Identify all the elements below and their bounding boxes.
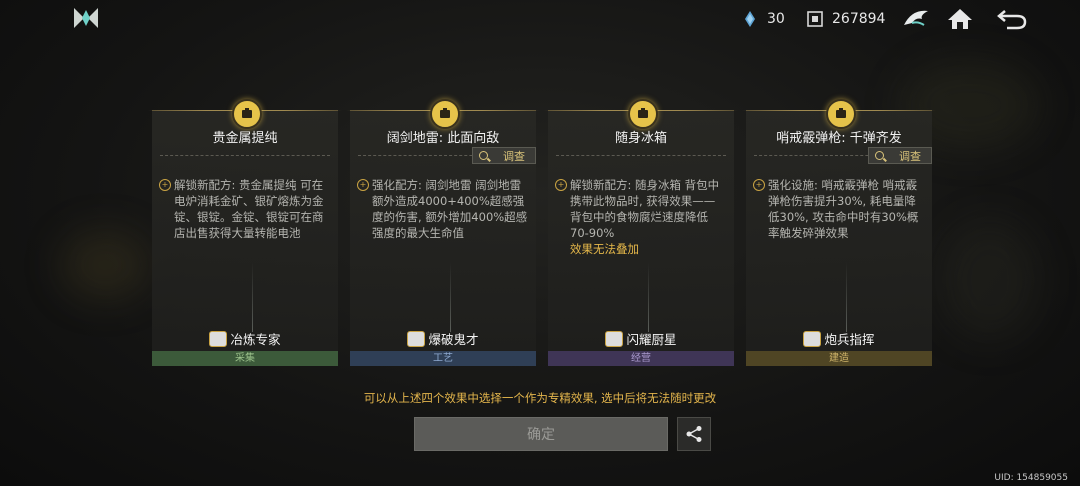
category-bar: 建造 [746, 351, 932, 366]
inspect-button[interactable]: 调查 [472, 147, 536, 164]
skill-icon [232, 99, 262, 129]
back-button[interactable] [996, 4, 1028, 34]
specialization-card[interactable]: 随身冰箱 + 解锁新配方: 随身冰箱 背包中携带此物品时, 获得效果——背包中的… [544, 99, 738, 366]
description-text: 强化配方: 阔剑地雷 阔剑地雷额外造成4000+400%超感强度的伤害, 额外增… [372, 178, 528, 240]
description-text: 解锁新配方: 贵金属提纯 可在电炉消耗金矿、银矿熔炼为金锭、银锭。金锭、银锭可在… [174, 178, 324, 240]
light-beam [252, 262, 253, 332]
title-badge: 炮兵指挥 [746, 329, 932, 348]
badge-icon [209, 330, 228, 347]
home-button[interactable] [944, 4, 976, 34]
resource-energy: 30 [741, 10, 785, 28]
description-text: 解锁新配方: 随身冰箱 背包中携带此物品时, 获得效果——背包中的食物腐烂速度降… [570, 178, 720, 240]
skill-icon [628, 99, 658, 129]
divider [556, 155, 726, 156]
back-arrow-icon [997, 10, 1027, 30]
currency-value: 267894 [832, 11, 886, 27]
light-beam [450, 262, 451, 332]
card-title: 贵金属提纯 [212, 131, 278, 146]
confirm-button[interactable]: 确定 [414, 417, 668, 451]
category-bar: 经营 [548, 351, 734, 366]
guild-button[interactable] [900, 4, 932, 34]
card-description: 解锁新配方: 随身冰箱 背包中携带此物品时, 获得效果——背包中的食物腐烂速度降… [570, 177, 726, 257]
badge-icon [803, 330, 822, 347]
light-beam [648, 262, 649, 332]
unlock-bullet-icon: + [159, 179, 171, 191]
badge-icon [605, 330, 624, 347]
background-glow [60, 230, 150, 300]
specialization-card[interactable]: 阔剑地雷: 此面向敌 + 强化配方: 阔剑地雷 阔剑地雷额外造成4000+400… [346, 99, 540, 366]
title-badge: 闪耀厨星 [548, 329, 734, 348]
wing-emblem-icon [904, 10, 928, 26]
specialization-card[interactable]: 贵金属提纯 + 解锁新配方: 贵金属提纯 可在电炉消耗金矿、银矿熔炼为金锭、银锭… [148, 99, 342, 366]
card-description: 强化配方: 阔剑地雷 阔剑地雷额外造成4000+400%超感强度的伤害, 额外增… [372, 177, 528, 241]
title-badge: 爆破鬼才 [350, 329, 536, 348]
badge-icon [407, 330, 426, 347]
game-logo-icon[interactable] [72, 6, 100, 32]
card-title: 随身冰箱 [614, 131, 667, 146]
light-beam [846, 262, 847, 332]
chip-icon [807, 11, 823, 27]
badge-label: 炮兵指挥 [824, 332, 875, 347]
card-description: 强化设施: 哨戒霰弹枪 哨戒霰弹枪伤害提升30%, 耗电量降低30%, 攻击命中… [768, 177, 924, 241]
inspect-label: 调查 [503, 149, 525, 163]
unlock-bullet-icon: + [555, 179, 567, 191]
selection-hint: 可以从上述四个效果中选择一个作为专精效果, 选中后将无法随时更改 [363, 391, 717, 405]
card-title: 阔剑地雷: 此面向敌 [386, 131, 500, 146]
crystal-icon [745, 11, 755, 27]
skill-icon [826, 99, 856, 129]
magnifier-icon [479, 151, 488, 160]
badge-label: 闪耀厨星 [626, 332, 677, 347]
magnifier-icon [875, 151, 884, 160]
category-bar: 工艺 [350, 351, 536, 366]
card-description: 解锁新配方: 贵金属提纯 可在电炉消耗金矿、银矿熔炼为金锭、银锭。金锭、银锭可在… [174, 177, 330, 241]
background-glow [940, 220, 1040, 340]
inspect-button[interactable]: 调查 [868, 147, 932, 164]
category-bar: 采集 [152, 351, 338, 366]
energy-value: 30 [767, 11, 785, 27]
unlock-bullet-icon: + [753, 179, 765, 191]
description-highlight: 效果无法叠加 [570, 242, 639, 256]
title-badge: 冶炼专家 [152, 329, 338, 348]
card-title: 哨戒霰弹枪: 千弹齐发 [776, 131, 902, 146]
user-id: UID: 154859055 [994, 473, 1068, 483]
specialization-card[interactable]: 哨戒霰弹枪: 千弹齐发 + 强化设施: 哨戒霰弹枪 哨戒霰弹枪伤害提升30%, … [742, 99, 936, 366]
share-button[interactable] [677, 417, 711, 451]
inspect-label: 调查 [899, 149, 921, 163]
description-text: 强化设施: 哨戒霰弹枪 哨戒霰弹枪伤害提升30%, 耗电量降低30%, 攻击命中… [768, 178, 919, 240]
skill-icon [430, 99, 460, 129]
badge-label: 冶炼专家 [230, 332, 281, 347]
badge-label: 爆破鬼才 [428, 332, 479, 347]
share-icon [686, 426, 702, 442]
unlock-bullet-icon: + [357, 179, 369, 191]
divider [160, 155, 330, 156]
home-icon [948, 9, 972, 29]
resource-currency: 267894 [806, 10, 885, 28]
